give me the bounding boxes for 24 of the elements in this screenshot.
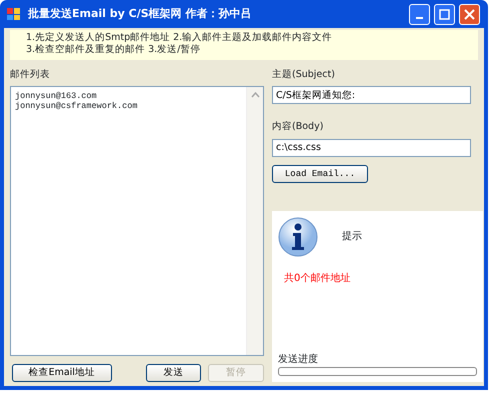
close-icon xyxy=(464,8,475,20)
body-label: 内容(Body) xyxy=(272,120,324,134)
minimize-icon xyxy=(416,17,423,19)
email-list-item[interactable]: jonnysun@163.com xyxy=(15,91,242,102)
subject-label: 主题(Subject) xyxy=(272,68,336,82)
email-list-item[interactable]: jonnysun@csframework.com xyxy=(15,101,242,112)
instruction-line: 3.检查空邮件及重复的邮件 3.发送/暂停 xyxy=(26,44,202,56)
subject-field[interactable]: C/S框架网通知您: xyxy=(272,86,471,104)
progress-label: 发送进度 xyxy=(278,352,319,367)
send-button[interactable]: 发送 xyxy=(146,364,202,382)
info-title: 提示 xyxy=(342,230,362,244)
maximize-button[interactable] xyxy=(434,4,455,24)
check-email-button[interactable]: 检查Email地址 xyxy=(12,364,112,382)
maximize-icon xyxy=(439,8,450,20)
body-field[interactable]: c:\css.css xyxy=(272,138,471,156)
window-title: 批量发送Email by C/S框架网 作者：孙中吕 xyxy=(28,6,252,22)
close-button[interactable] xyxy=(459,4,480,24)
status-message: 共0个邮件地址 xyxy=(284,272,352,286)
info-icon xyxy=(278,216,318,256)
instruction-line: 1.先定义发送人的Smtp邮件地址 2.输入邮件主题及加载邮件内容文件 xyxy=(26,32,334,44)
email-list-label: 邮件列表 xyxy=(10,68,51,82)
minimize-button[interactable] xyxy=(409,4,430,24)
app-icon xyxy=(6,6,22,22)
load-email-button[interactable]: Load Email... xyxy=(272,164,368,182)
